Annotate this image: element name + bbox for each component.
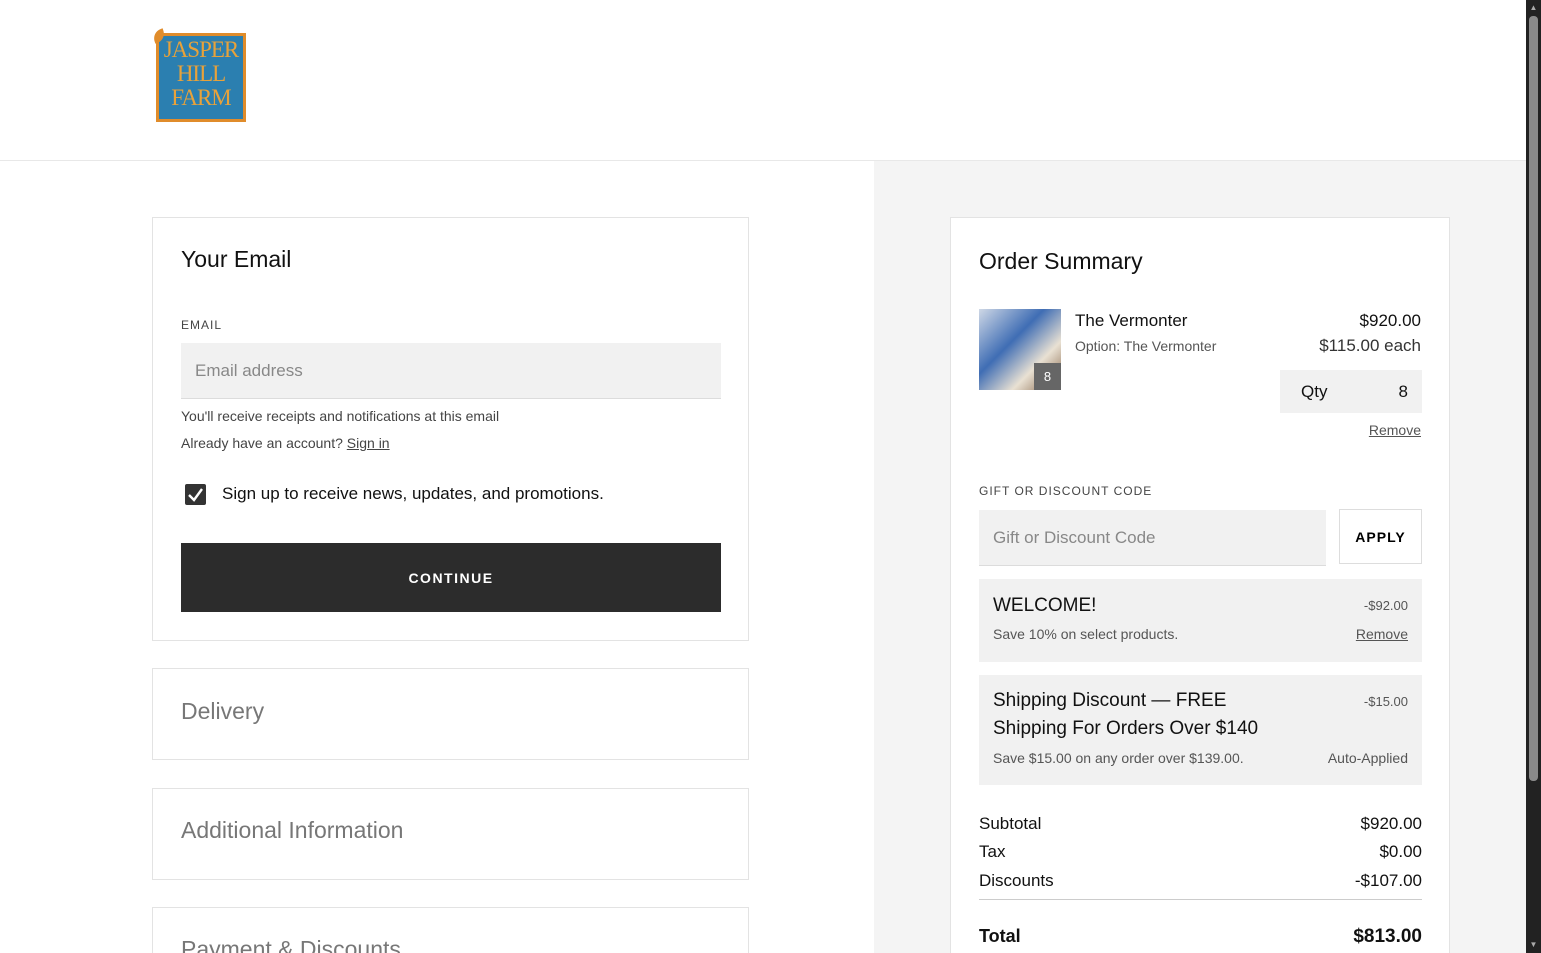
account-prompt-line: Already have an account? Sign in <box>181 435 390 451</box>
checkout-form-panel: Your Email EMAIL You'll receive receipts… <box>0 161 874 953</box>
quantity-value[interactable]: 8 <box>1399 382 1408 402</box>
subtotal-row: Subtotal $920.00 <box>979 814 1422 838</box>
product-name: The Vermonter <box>1075 311 1188 330</box>
total-label: Total <box>979 926 1021 946</box>
email-hint: You'll receive receipts and notification… <box>181 408 500 424</box>
payment-discounts-section[interactable]: Payment & Discounts <box>152 907 749 953</box>
email-section-title: Your Email <box>181 246 292 272</box>
discount-amount: -$92.00 <box>1363 598 1408 613</box>
product-option: Option: The Vermonter <box>1075 338 1217 354</box>
logo-line: FARM <box>171 85 232 110</box>
gift-code-label: GIFT OR DISCOUNT CODE <box>979 484 1153 498</box>
discount-shipping: Shipping Discount — FREE Shipping For Or… <box>979 675 1422 785</box>
logo-text: JASPER HILL FARM <box>156 38 246 110</box>
quantity-badge: 8 <box>1034 363 1061 390</box>
discount-amount: -$15.00 <box>1363 694 1408 709</box>
remove-item-link[interactable]: Remove <box>1369 422 1421 438</box>
discount-title: WELCOME! <box>993 595 1097 616</box>
additional-information-section[interactable]: Additional Information <box>152 788 749 880</box>
newsletter-checkbox[interactable] <box>185 484 206 505</box>
email-section: Your Email EMAIL You'll receive receipts… <box>152 217 749 641</box>
logo-line: JASPER <box>163 37 240 62</box>
auto-applied-label: Auto-Applied <box>1327 750 1408 766</box>
scroll-down-icon[interactable]: ▼ <box>1529 940 1538 949</box>
scrollbar-thumb[interactable] <box>1529 16 1538 781</box>
quantity-label: Qty <box>1301 382 1328 401</box>
logo-line: HILL <box>176 61 226 86</box>
total-value: $813.00 <box>1353 926 1422 947</box>
product-thumbnail: 8 <box>979 309 1061 390</box>
sign-in-link[interactable]: Sign in <box>347 435 390 451</box>
totals-divider <box>979 899 1422 900</box>
subtotal-value: $920.00 <box>1360 814 1422 833</box>
gift-code-input[interactable] <box>979 510 1326 566</box>
tax-value: $0.00 <box>1379 842 1422 861</box>
delivery-section[interactable]: Delivery <box>152 668 749 760</box>
scroll-up-icon[interactable]: ▲ <box>1529 3 1538 12</box>
discount-description: Save 10% on select products. <box>993 626 1179 642</box>
site-header: JASPER HILL FARM <box>0 0 1526 161</box>
page-scrollbar[interactable]: ▲ ▼ <box>1526 0 1541 953</box>
account-prompt: Already have an account? <box>181 435 343 451</box>
subtotal-label: Subtotal <box>979 814 1042 833</box>
discount-title-line2: Shipping For Orders Over $140 <box>993 718 1259 739</box>
newsletter-label[interactable]: Sign up to receive news, updates, and pr… <box>222 484 604 504</box>
product-unit-price: $115.00 each <box>1319 336 1421 355</box>
continue-button[interactable]: CONTINUE <box>181 543 721 612</box>
discounts-row: Discounts -$107.00 <box>979 871 1422 895</box>
discount-description: Save $15.00 on any order over $139.00. <box>993 750 1244 766</box>
payment-discounts-title: Payment & Discounts <box>181 936 401 953</box>
apply-button[interactable]: APPLY <box>1339 509 1422 564</box>
discount-title-line1: Shipping Discount — FREE <box>993 690 1227 711</box>
discounts-label: Discounts <box>979 871 1054 890</box>
remove-discount-link[interactable]: Remove <box>1356 626 1408 642</box>
jasper-hill-farm-logo[interactable]: JASPER HILL FARM <box>151 28 247 123</box>
delivery-section-title: Delivery <box>181 698 265 724</box>
discount-welcome: WELCOME! Save 10% on select products. -$… <box>979 579 1422 662</box>
tax-row: Tax $0.00 <box>979 842 1422 866</box>
product-price: $920.00 <box>1359 311 1421 330</box>
quantity-field[interactable]: Qty 8 <box>1280 370 1422 413</box>
discounts-value: -$107.00 <box>1354 871 1422 890</box>
checkmark-icon <box>188 488 203 502</box>
order-summary-title: Order Summary <box>979 248 1143 274</box>
email-input[interactable] <box>181 343 721 399</box>
additional-information-title: Additional Information <box>181 817 404 843</box>
email-label: EMAIL <box>181 318 223 332</box>
order-summary-card: Order Summary 8 The Vermonter Option: Th… <box>950 217 1450 953</box>
tax-label: Tax <box>979 842 1006 861</box>
